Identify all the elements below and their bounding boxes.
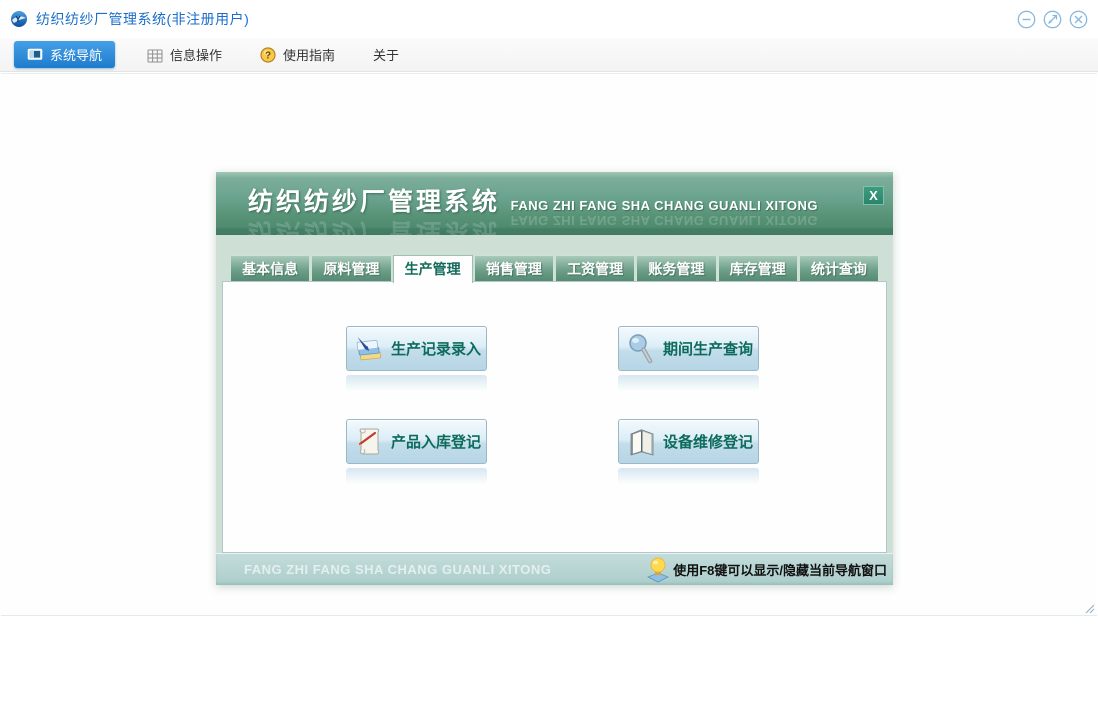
toolbar-item-label: 关于 bbox=[373, 48, 400, 63]
dialog-subtitle-reflection: FANG ZHI FANG SHA CHANG GUANLI XITONG bbox=[510, 213, 818, 228]
tab-basic-info[interactable]: 基本信息 bbox=[230, 255, 311, 282]
dialog-tabbar: 基本信息 原料管理 生产管理 销售管理 工资管理 账务管理 库存管理 统计查询 bbox=[230, 255, 879, 283]
toolbar-item-about[interactable]: 关于 bbox=[367, 41, 405, 68]
help-coin-icon: ? bbox=[260, 46, 276, 63]
dialog-subtitle: FANG ZHI FANG SHA CHANG GUANLI XITONG bbox=[510, 198, 818, 213]
button-label: 设备维修登记 bbox=[663, 434, 754, 451]
tab-payroll[interactable]: 工资管理 bbox=[555, 255, 636, 282]
button-reflection bbox=[346, 375, 487, 391]
pen-notes-icon bbox=[356, 335, 382, 360]
dialog-title-reflection: 纺织纺纱厂管理系统 bbox=[248, 218, 501, 235]
button-label: 期间生产查询 bbox=[663, 341, 754, 358]
footer-hint-text: 使用F8键可以显示/隐藏当前导航窗口 bbox=[673, 563, 887, 578]
dialog-title: 纺织纺纱厂管理系统 bbox=[248, 188, 501, 216]
period-production-query-button[interactable]: 期间生产查询 bbox=[618, 326, 759, 371]
footer-hint: 使用F8键可以显示/隐藏当前导航窗口 bbox=[646, 557, 887, 583]
tab-accounting[interactable]: 账务管理 bbox=[636, 255, 717, 282]
scroll-pen-icon bbox=[358, 428, 380, 454]
button-label: 产品入库登记 bbox=[391, 434, 482, 451]
window-title: 纺织纺纱厂管理系统(非注册用户) bbox=[36, 11, 250, 27]
open-book-icon bbox=[630, 428, 654, 456]
footer-watermark: FANG ZHI FANG SHA CHANG GUANLI XITONG bbox=[244, 562, 552, 577]
tab-statistics[interactable]: 统计查询 bbox=[798, 255, 879, 282]
dialog-header: 纺织纺纱厂管理系统 纺织纺纱厂管理系统 FANG ZHI FANG SHA CH… bbox=[216, 172, 893, 235]
toolbar-item-label: 使用指南 bbox=[283, 48, 336, 63]
button-reflection bbox=[618, 375, 759, 391]
navigator-dialog: 纺织纺纱厂管理系统 纺织纺纱厂管理系统 FANG ZHI FANG SHA CH… bbox=[216, 172, 893, 585]
toolbar-item-label: 系统导航 bbox=[50, 48, 103, 63]
toolbar-item-user-guide[interactable]: ? 使用指南 bbox=[254, 41, 341, 68]
app-window: 纺织纺纱厂管理系统(非注册用户) 系统导航 信息操作 ? 使用指南 关于 纺织纺… bbox=[0, 0, 1098, 719]
toolbar-item-system-nav[interactable]: 系统导航 bbox=[14, 41, 116, 68]
tab-production[interactable]: 生产管理 bbox=[392, 255, 473, 283]
tab-raw-material[interactable]: 原料管理 bbox=[311, 255, 392, 282]
button-label: 生产记录录入 bbox=[391, 341, 482, 358]
tab-content-panel: 生产记录录入 期间生产查询 产品入库登记 设备维修登记 bbox=[222, 281, 887, 553]
dialog-footer: FANG ZHI FANG SHA CHANG GUANLI XITONG 使用… bbox=[216, 553, 893, 585]
main-toolbar: 系统导航 信息操作 ? 使用指南 关于 bbox=[0, 38, 1098, 72]
minimize-button[interactable] bbox=[1017, 10, 1036, 29]
product-warehouse-register-button[interactable]: 产品入库登记 bbox=[346, 419, 487, 464]
restore-button[interactable] bbox=[1043, 10, 1062, 29]
monitor-icon bbox=[27, 48, 43, 60]
button-reflection bbox=[346, 468, 487, 484]
lightbulb-icon bbox=[647, 557, 670, 582]
close-button[interactable] bbox=[1069, 10, 1088, 29]
svg-text:?: ? bbox=[265, 50, 271, 61]
magnifier-icon bbox=[629, 333, 653, 363]
window-titlebar: 纺织纺纱厂管理系统(非注册用户) bbox=[0, 0, 1098, 38]
dialog-close-button[interactable]: X bbox=[863, 186, 884, 205]
tab-sales[interactable]: 销售管理 bbox=[473, 255, 554, 282]
resize-grip[interactable] bbox=[1085, 604, 1095, 614]
equipment-maintenance-register-button[interactable]: 设备维修登记 bbox=[618, 419, 759, 464]
toolbar-item-label: 信息操作 bbox=[170, 48, 223, 63]
app-logo-icon bbox=[11, 11, 27, 27]
window-controls bbox=[1017, 10, 1088, 29]
toolbar-item-info-ops[interactable]: 信息操作 bbox=[141, 41, 228, 68]
button-reflection bbox=[618, 468, 759, 484]
production-record-entry-button[interactable]: 生产记录录入 bbox=[346, 326, 487, 371]
grid-icon bbox=[147, 49, 163, 62]
tab-inventory[interactable]: 库存管理 bbox=[717, 255, 798, 282]
